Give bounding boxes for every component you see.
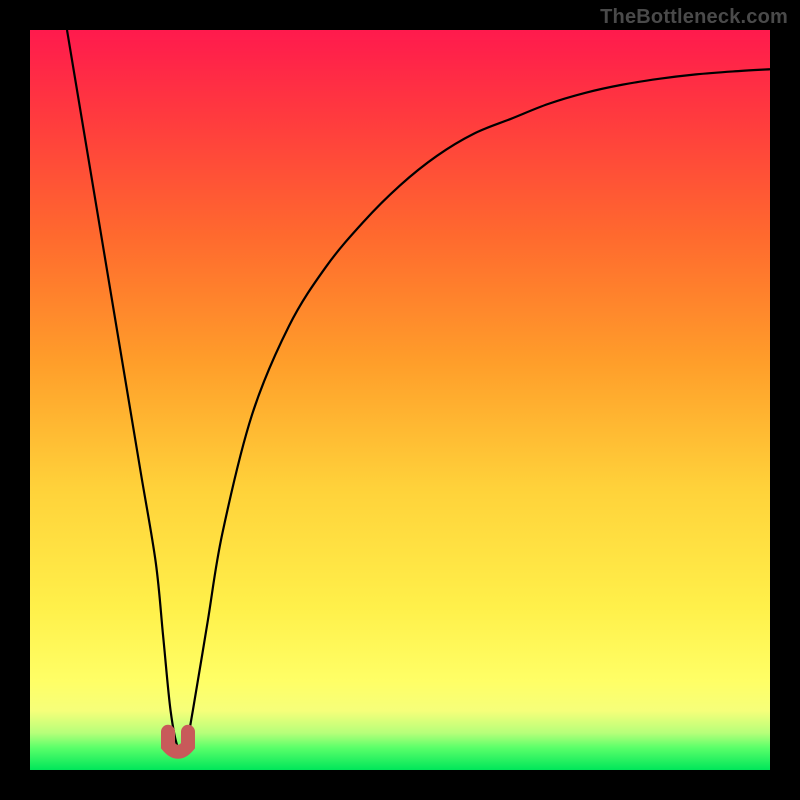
watermark-text: TheBottleneck.com: [600, 6, 788, 29]
plot-area: [30, 30, 770, 770]
curve-svg: [30, 30, 770, 770]
bottleneck-curve: [67, 30, 770, 752]
optimal-marker: [168, 732, 188, 752]
